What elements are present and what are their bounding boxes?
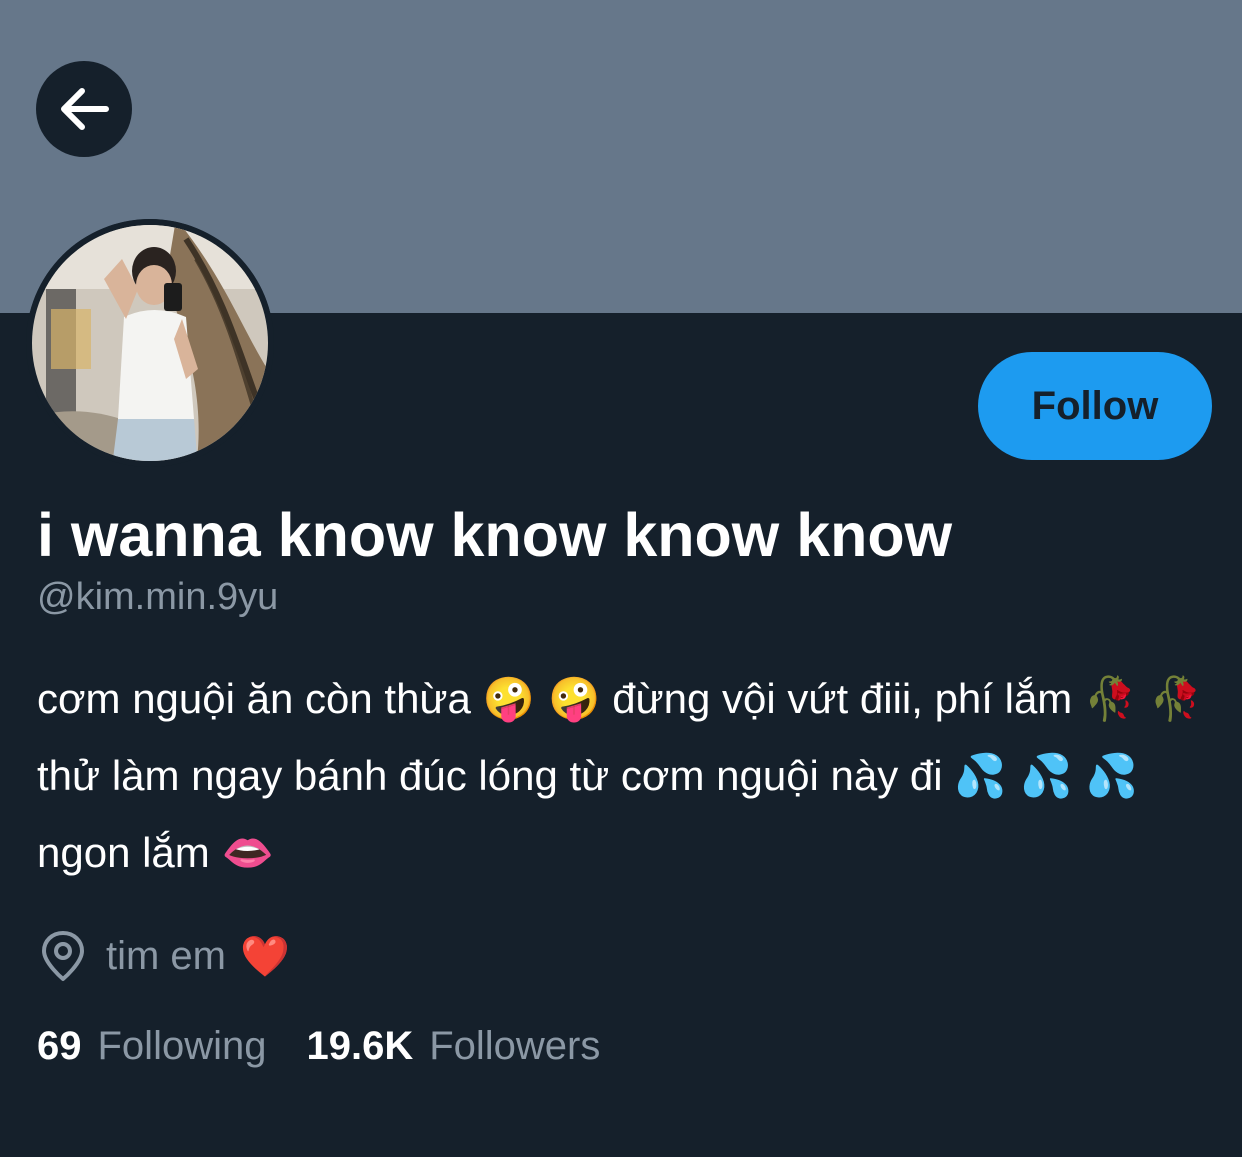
location-text: tim em bbox=[106, 933, 226, 978]
following-count: 69 bbox=[37, 1023, 82, 1068]
zany-face-emoji: 🤪 🤪 bbox=[482, 674, 601, 723]
followers-label: Followers bbox=[429, 1023, 601, 1068]
user-handle: @kim.min.9yu bbox=[37, 576, 279, 618]
profile-location: tim em ❤️ bbox=[40, 926, 290, 986]
location-pin-icon bbox=[42, 931, 84, 981]
bio-text: ngon lắm bbox=[37, 829, 222, 876]
bio-text: thử làm ngay bánh đúc lóng từ cơm nguội … bbox=[37, 752, 955, 799]
profile-stats: 69 Following 19.6K Followers bbox=[37, 1018, 640, 1074]
following-link[interactable]: 69 Following bbox=[37, 1024, 266, 1069]
sweat-droplets-emoji: 💦 💦 💦 bbox=[954, 751, 1138, 800]
followers-link[interactable]: 19.6K Followers bbox=[306, 1024, 600, 1069]
follow-button[interactable]: Follow bbox=[978, 352, 1212, 460]
profile-bio: cơm nguội ăn còn thừa 🤪 🤪 đừng vội vứt đ… bbox=[37, 660, 1217, 891]
mouth-emoji: 👄 bbox=[221, 828, 274, 877]
back-button[interactable] bbox=[36, 61, 132, 157]
wilted-rose-emoji: 🥀 🥀 bbox=[1083, 674, 1202, 723]
following-label: Following bbox=[97, 1023, 267, 1068]
followers-count: 19.6K bbox=[306, 1023, 414, 1068]
profile-photo bbox=[26, 219, 274, 467]
bio-text: đừng vội vứt điii, phí lắm bbox=[600, 675, 1084, 722]
bio-text: cơm nguội ăn còn thừa bbox=[37, 675, 483, 722]
arrow-left-icon bbox=[61, 88, 109, 130]
heart-emoji: ❤️ bbox=[240, 933, 290, 980]
display-name: i wanna know know know know bbox=[37, 501, 953, 569]
profile-avatar[interactable] bbox=[26, 219, 274, 467]
